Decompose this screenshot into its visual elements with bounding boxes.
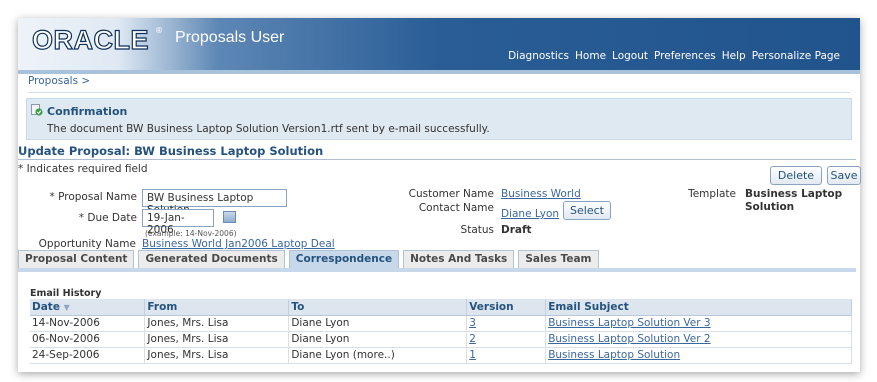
logout-link[interactable]: Logout <box>612 50 648 62</box>
cell-to: Diane Lyon <box>288 315 468 332</box>
email-subject-link[interactable]: Business Laptop Solution Ver 2 <box>548 333 710 345</box>
confirmation-box: Confirmation The document BW Business La… <box>26 98 852 140</box>
email-history-title: Email History <box>30 288 102 299</box>
column-header-date[interactable]: Date ▼ <box>30 299 146 316</box>
page-title: Update Proposal: BW Business Laptop Solu… <box>18 144 324 158</box>
table-header-row: Date ▼ From To Version Email Subject <box>30 299 852 316</box>
table-row: 24-Sep-2006 Jones, Mrs. Lisa Diane Lyon … <box>30 347 852 364</box>
app-title: Proposals User <box>175 29 285 46</box>
diagnostics-link[interactable]: Diagnostics <box>508 50 569 62</box>
cell-date: 14-Nov-2006 <box>30 315 146 332</box>
confirmation-message: The document BW Business Laptop Solution… <box>47 123 490 135</box>
preferences-link[interactable]: Preferences <box>654 50 716 62</box>
column-header-date-label: Date <box>32 300 60 313</box>
cell-from: Jones, Mrs. Lisa <box>144 331 290 348</box>
contact-name-link[interactable]: Diane Lyon <box>501 208 559 220</box>
tab-notes-and-tasks[interactable]: Notes And Tasks <box>403 250 515 268</box>
due-date-label: * Due Date <box>78 212 137 224</box>
email-history-table: Date ▼ From To Version Email Subject 14-… <box>30 299 852 364</box>
cell-subject: Business Laptop Solution Ver 2 <box>545 331 852 348</box>
tab-content-bar <box>18 268 856 272</box>
cell-to: Diane Lyon <box>288 331 468 348</box>
cell-to: Diane Lyon (more..) <box>288 347 468 364</box>
customer-name-link[interactable]: Business World <box>501 188 581 200</box>
due-date-input[interactable]: 19-Jan-2006 <box>142 209 214 236</box>
title-divider <box>18 159 856 160</box>
customer-name-label: Customer Name <box>408 188 494 200</box>
save-button[interactable]: Save <box>827 166 861 185</box>
cell-date: 24-Sep-2006 <box>30 347 146 364</box>
breadcrumb-divider <box>28 92 850 93</box>
proposal-name-label: * Proposal Name <box>49 191 137 203</box>
tab-sales-team[interactable]: Sales Team <box>518 250 599 268</box>
column-header-from: From <box>144 299 290 316</box>
tab-correspondence[interactable]: Correspondence <box>288 250 400 268</box>
delete-button[interactable]: Delete <box>770 166 822 185</box>
select-contact-button[interactable]: Select <box>563 201 611 220</box>
column-header-to: To <box>288 299 468 316</box>
column-header-email-subject: Email Subject <box>545 299 852 316</box>
cell-subject: Business Laptop Solution <box>545 347 852 364</box>
confirmation-title: Confirmation <box>47 105 128 118</box>
sort-descending-icon: ▼ <box>63 302 70 312</box>
header-bar: ORACLE ® Proposals User Diagnostics Home… <box>18 18 860 70</box>
confirmation-check-icon <box>31 104 43 116</box>
cell-subject: Business Laptop Solution Ver 3 <box>545 315 852 332</box>
column-header-version: Version <box>466 299 547 316</box>
cell-date: 06-Nov-2006 <box>30 331 146 348</box>
cell-version: 1 <box>466 347 547 364</box>
version-link[interactable]: 1 <box>469 349 476 361</box>
status-label: Status <box>460 224 494 236</box>
cell-from: Jones, Mrs. Lisa <box>144 347 290 364</box>
table-row: 14-Nov-2006 Jones, Mrs. Lisa Diane Lyon … <box>30 315 852 332</box>
tab-strip: Proposal Content Generated Documents Cor… <box>18 250 603 268</box>
contact-name-label: Contact Name <box>418 202 494 214</box>
due-date-hint: (example: 14-Nov-2006) <box>145 229 237 238</box>
tab-generated-documents[interactable]: Generated Documents <box>138 250 285 268</box>
cell-version: 2 <box>466 331 547 348</box>
help-link[interactable]: Help <box>722 50 746 62</box>
template-value-line1: Business Laptop <box>745 188 843 200</box>
cell-version: 3 <box>466 315 547 332</box>
proposal-name-input[interactable]: BW Business Laptop Solution <box>142 189 287 216</box>
email-subject-link[interactable]: Business Laptop Solution Ver 3 <box>548 317 710 329</box>
calendar-icon[interactable] <box>223 211 236 223</box>
table-row: 06-Nov-2006 Jones, Mrs. Lisa Diane Lyon … <box>30 331 852 348</box>
required-field-note: * Indicates required field <box>18 163 148 175</box>
email-subject-link[interactable]: Business Laptop Solution <box>548 349 680 361</box>
opportunity-name-label: Opportunity Name <box>38 238 136 250</box>
header-divider <box>18 70 860 74</box>
tab-proposal-content[interactable]: Proposal Content <box>18 250 135 268</box>
oracle-logo: ORACLE <box>31 24 149 55</box>
cell-from: Jones, Mrs. Lisa <box>144 315 290 332</box>
status-value: Draft <box>501 224 532 236</box>
global-links: Diagnostics Home Logout Preferences Help… <box>502 50 840 62</box>
trademark-mark: ® <box>155 26 163 35</box>
version-link[interactable]: 3 <box>469 317 476 329</box>
personalize-page-link[interactable]: Personalize Page <box>752 50 840 62</box>
template-label: Template <box>688 188 736 200</box>
version-link[interactable]: 2 <box>469 333 476 345</box>
page: ORACLE ® Proposals User Diagnostics Home… <box>18 18 861 372</box>
template-value-line2: Solution <box>745 201 795 213</box>
breadcrumb[interactable]: Proposals > <box>28 75 90 87</box>
home-link[interactable]: Home <box>575 50 606 62</box>
opportunity-name-link[interactable]: Business World Jan2006 Laptop Deal <box>142 238 335 250</box>
